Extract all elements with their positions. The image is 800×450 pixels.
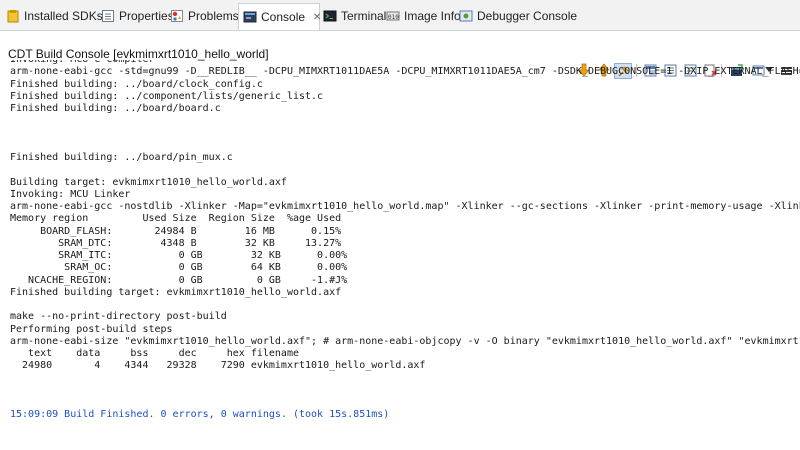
tab-problems[interactable]: Problems [170,5,239,27]
console-line: SRAM_ITC: 0 GB 32 KB 0.00% [10,250,348,261]
console-line: Finished building target: evkmimxrt1010_… [10,286,342,298]
tab-label: Properties [119,9,174,23]
tab-label: Debugger Console [477,9,578,23]
console-line: NCACHE_REGION: 0 GB 0 GB -1.#J% [10,274,348,286]
console-line: 15:09:09 Build Finished. 0 errors, 0 war… [10,409,390,421]
tab-installed-sdks[interactable]: Installed SDKs [6,5,103,27]
console-line: arm-none-eabi-gcc -std=gnu99 -D__REDLIB_… [10,66,800,78]
console-line: arm-none-eabi-gcc -nostdlib -Xlinker -Ma… [10,201,800,212]
console-line: Finished building: ../component/lists/ge… [10,90,324,102]
console-line: Finished building: ../board/pin_mux.c [10,152,233,163]
debugger-console-icon [459,9,473,23]
tab-label: Console [261,10,306,24]
view-tab-bar: Installed SDKs Properties Problems Conso… [0,0,800,31]
console-line: Invoking: MCU Linker [10,188,131,200]
console-title: CDT Build Console [evkmimxrt1010_hello_w… [8,47,269,61]
image-info-icon: 010 [386,9,400,23]
tab-console[interactable]: Console ✕ [238,3,321,30]
console-output[interactable]: Invoking: MCU C Compilerarm-none-eabi-gc… [0,60,800,450]
console-line: Memory region Used Size Region Size %age… [10,213,342,225]
console-line: 24980 4 4344 29328 7290 evkmimxrt1010_he… [10,360,426,372]
console-line: Invoking: MCU C Compiler [10,60,155,66]
console-line: Finished building: ../board/clock_config… [10,78,263,90]
properties-icon [101,9,115,23]
tab-label: Terminal [341,9,387,23]
console-line: BOARD_FLASH: 24984 B 16 MB 0.15% [10,225,342,237]
console-line: make --no-print-directory post-build [10,311,227,323]
sdk-icon [6,9,20,23]
close-icon[interactable]: ✕ [313,12,321,23]
tab-label: Installed SDKs [24,9,103,23]
console-line: text data bss dec hex filename [10,348,299,359]
svg-text:010: 010 [388,14,399,21]
console-line: SRAM_OC: 0 GB 64 KB 0.00% [10,262,348,274]
console-line: Building target: evkmimxrt1010_hello_wor… [10,176,287,188]
console-line: Performing post-build steps [10,323,173,335]
tab-label: Image Info [404,9,461,23]
console-line: arm-none-eabi-size "evkmimxrt1010_hello_… [10,335,800,347]
console-toolbar [0,31,800,79]
problems-icon [170,9,184,23]
console-line: Finished building: ../board/board.c [10,103,221,114]
tab-terminal[interactable]: Terminal [323,5,386,27]
terminal-icon [323,9,337,23]
console-icon [243,10,257,24]
console-line: SRAM_DTC: 4348 B 32 KB 13.27% [10,237,342,249]
tab-label: Problems [188,9,239,23]
tab-properties[interactable]: Properties [101,5,174,27]
tab-image-info[interactable]: 010 Image Info [386,5,461,27]
tab-debugger-console[interactable]: Debugger Console [459,5,577,27]
